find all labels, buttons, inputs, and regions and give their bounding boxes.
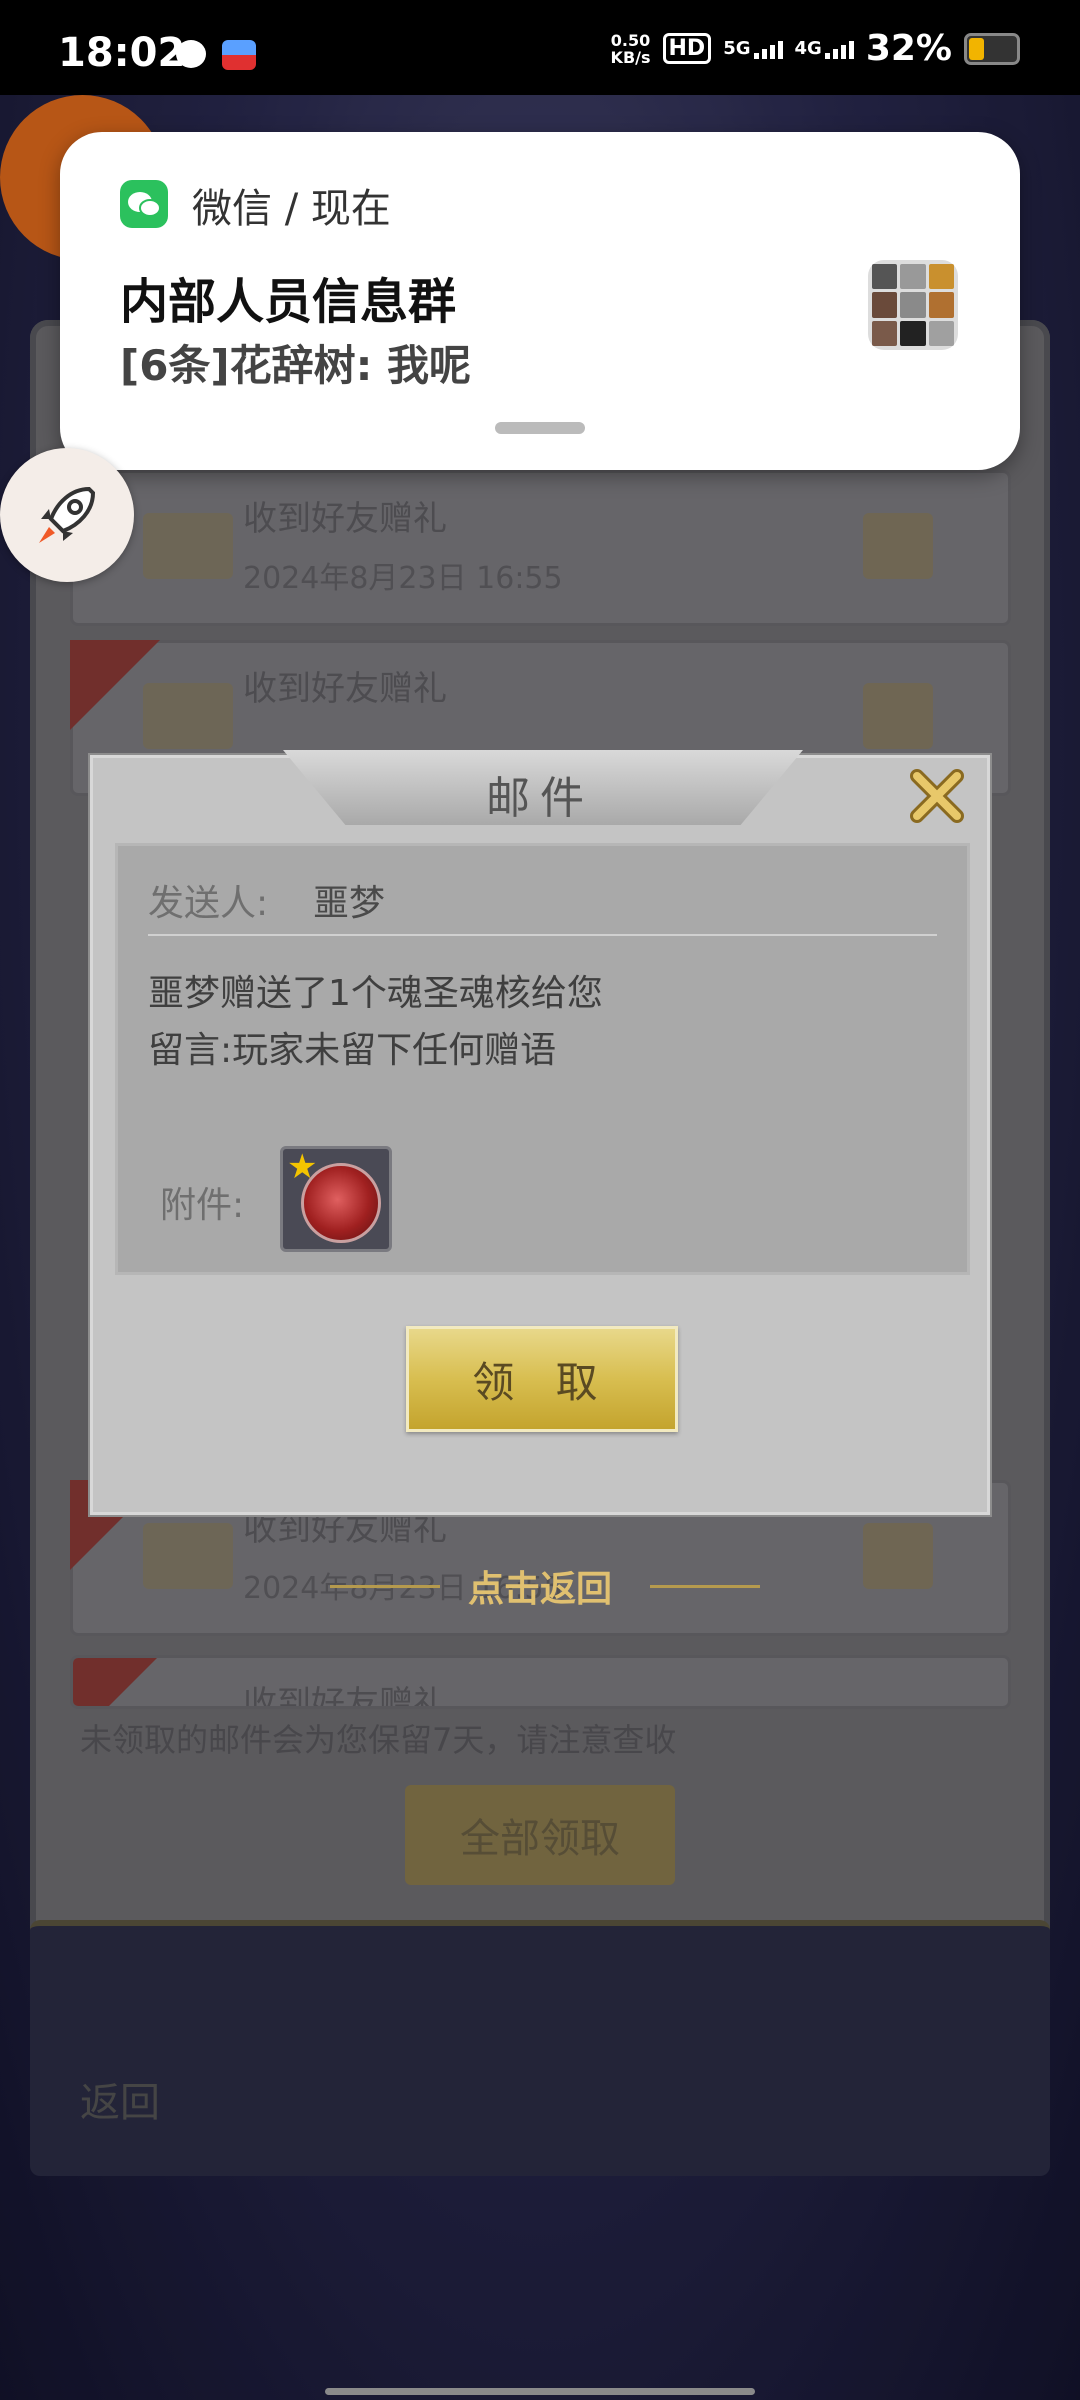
soul-core-item-icon[interactable]: ★ [280, 1146, 392, 1252]
battery-percent: 32% [865, 28, 952, 69]
signal-5g-label: 5G [723, 38, 751, 59]
network-speed: 0.50 KB/s [611, 32, 651, 66]
notification-title: 内部人员信息群 [120, 274, 457, 330]
divider [148, 934, 937, 936]
network-speed-value: 0.50 [610, 30, 651, 50]
wechat-icon [120, 180, 168, 228]
mail-remark: 留言:玩家未留下任何赠语 [148, 1030, 557, 1071]
notification-body: [6条]花辞树: 我呢 [120, 341, 472, 390]
status-time: 18:02 [58, 30, 186, 76]
gesture-nav-handle[interactable] [325, 2388, 755, 2395]
mail-content: 发送人: 噩梦 噩梦赠送了1个魂圣魂核给您 留言:玩家未留下任何赠语 附件: ★ [115, 843, 970, 1275]
dialog-title: 邮件 [486, 773, 594, 824]
decor-line-right [650, 1585, 760, 1588]
close-button[interactable] [905, 764, 969, 828]
wechat-icon [176, 40, 206, 68]
notification-header: 微信 / 现在 [192, 176, 391, 234]
notification-app-name: 微信 [192, 186, 272, 232]
star-icon: ★ [287, 1147, 318, 1187]
sender-name: 噩梦 [313, 883, 386, 924]
close-icon [910, 769, 964, 823]
wechat-notification[interactable]: 微信 / 现在 内部人员信息群 [6条]花辞树: 我呢 [60, 132, 1020, 470]
tap-to-return[interactable]: 点击返回 [0, 1560, 1080, 1612]
app-notification-icon [222, 40, 256, 70]
mail-dialog: 邮件 发送人: 噩梦 噩梦赠送了1个魂圣魂核给您 留言:玩家未留下任何赠语 附件… [90, 750, 990, 1515]
rocket-boost-icon[interactable] [0, 448, 134, 582]
notification-separator: / [284, 186, 299, 232]
sender-label: 发送人: [148, 883, 269, 924]
notification-time: 现在 [310, 186, 391, 232]
signal-4g-icon: 4G [795, 38, 854, 59]
status-bar: 18:02 0.50 KB/s HD 5G 4G 32% [0, 0, 1080, 95]
group-avatar [868, 260, 958, 350]
battery-icon [964, 32, 1020, 65]
attachment-label: 附件: [160, 1185, 245, 1226]
mail-message: 噩梦赠送了1个魂圣魂核给您 [148, 973, 603, 1014]
signal-5g-icon: 5G [723, 38, 783, 59]
hd-voice-icon: HD [662, 33, 712, 64]
claim-button[interactable]: 领 取 [406, 1326, 678, 1432]
network-speed-unit: KB/s [610, 47, 651, 67]
signal-4g-label: 4G [794, 38, 822, 59]
notification-drag-handle[interactable] [495, 422, 585, 434]
